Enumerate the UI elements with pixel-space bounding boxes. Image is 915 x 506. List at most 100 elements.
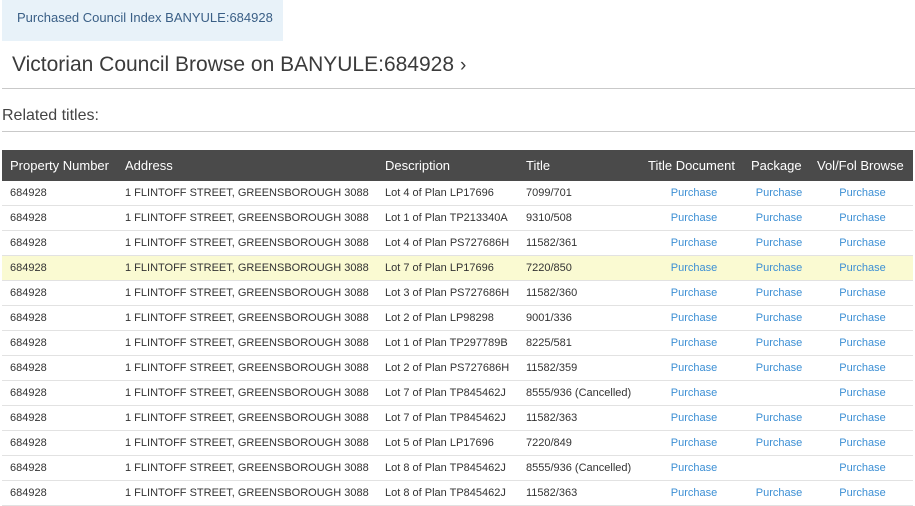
table-row: 684928 1 FLINTOFF STREET, GREENSBOROUGH 3… xyxy=(2,280,913,306)
property-number-cell: 684928 xyxy=(2,280,117,306)
property-number-cell: 684928 xyxy=(2,305,117,331)
address-cell: 1 FLINTOFF STREET, GREENSBOROUGH 3088 xyxy=(117,330,377,356)
package-purchase-link[interactable]: Purchase xyxy=(746,205,812,231)
volfol-browse-purchase-link[interactable]: Purchase xyxy=(812,205,913,231)
package-purchase-link[interactable]: Purchase xyxy=(746,280,812,306)
description-cell: Lot 5 of Plan LP17696 xyxy=(377,430,518,456)
table-row: 684928 1 FLINTOFF STREET, GREENSBOROUGH 3… xyxy=(2,455,913,481)
property-number-cell: 684928 xyxy=(2,330,117,356)
package-purchase-link[interactable]: Purchase xyxy=(746,330,812,356)
title-document-purchase-link[interactable]: Purchase xyxy=(642,355,746,381)
table-row: 684928 1 FLINTOFF STREET, GREENSBOROUGH 3… xyxy=(2,405,913,431)
address-cell: 1 FLINTOFF STREET, GREENSBOROUGH 3088 xyxy=(117,355,377,381)
breadcrumb-link[interactable]: Purchased Council Index BANYULE:684928 xyxy=(17,10,273,25)
title-document-purchase-link[interactable]: Purchase xyxy=(642,330,746,356)
column-header-title[interactable]: Title xyxy=(518,150,642,181)
package-purchase-link[interactable]: Purchase xyxy=(746,430,812,456)
package-purchase-link[interactable]: Purchase xyxy=(746,355,812,381)
page-title-text: Victorian Council Browse on BANYULE:6849… xyxy=(12,53,455,76)
title-document-purchase-link[interactable]: Purchase xyxy=(642,205,746,231)
table-row: 684928 1 FLINTOFF STREET, GREENSBOROUGH 3… xyxy=(2,230,913,256)
address-cell: 1 FLINTOFF STREET, GREENSBOROUGH 3088 xyxy=(117,305,377,331)
title-document-purchase-link[interactable]: Purchase xyxy=(642,255,746,281)
description-cell: Lot 1 of Plan TP297789B xyxy=(377,330,518,356)
title-document-purchase-link[interactable]: Purchase xyxy=(642,305,746,331)
column-header-title-document[interactable]: Title Document xyxy=(642,150,746,181)
table-row: 684928 1 FLINTOFF STREET, GREENSBOROUGH 3… xyxy=(2,305,913,331)
package-purchase-link[interactable]: Purchase xyxy=(746,181,812,206)
volfol-browse-purchase-link[interactable]: Purchase xyxy=(812,480,913,506)
page-title: Victorian Council Browse on BANYULE:6849… xyxy=(12,53,466,77)
property-number-cell: 684928 xyxy=(2,205,117,231)
related-titles-heading: Related titles: xyxy=(2,107,99,124)
package-purchase-link[interactable]: Purchase xyxy=(746,255,812,281)
title-document-purchase-link[interactable]: Purchase xyxy=(642,480,746,506)
volfol-browse-purchase-link[interactable]: Purchase xyxy=(812,355,913,381)
title-document-purchase-link[interactable]: Purchase xyxy=(642,430,746,456)
address-cell: 1 FLINTOFF STREET, GREENSBOROUGH 3088 xyxy=(117,405,377,431)
property-number-cell: 684928 xyxy=(2,480,117,506)
title-document-purchase-link[interactable]: Purchase xyxy=(642,280,746,306)
volfol-browse-purchase-link[interactable]: Purchase xyxy=(812,330,913,356)
address-cell: 1 FLINTOFF STREET, GREENSBOROUGH 3088 xyxy=(117,255,377,281)
title-document-purchase-link[interactable]: Purchase xyxy=(642,181,746,206)
divider xyxy=(2,131,915,132)
package-purchase-link[interactable]: Purchase xyxy=(746,230,812,256)
package-purchase-link[interactable]: Purchase xyxy=(746,480,812,506)
title-cell: 9001/336 xyxy=(518,305,642,331)
table-row: 684928 1 FLINTOFF STREET, GREENSBOROUGH 3… xyxy=(2,480,913,506)
address-cell: 1 FLINTOFF STREET, GREENSBOROUGH 3088 xyxy=(117,181,377,206)
volfol-browse-purchase-link[interactable]: Purchase xyxy=(812,230,913,256)
title-document-purchase-link[interactable]: Purchase xyxy=(642,230,746,256)
address-cell: 1 FLINTOFF STREET, GREENSBOROUGH 3088 xyxy=(117,480,377,506)
description-cell: Lot 1 of Plan TP213340A xyxy=(377,205,518,231)
table-row: 684928 1 FLINTOFF STREET, GREENSBOROUGH 3… xyxy=(2,330,913,356)
volfol-browse-purchase-link[interactable]: Purchase xyxy=(812,455,913,481)
volfol-browse-purchase-link[interactable]: Purchase xyxy=(812,430,913,456)
description-cell: Lot 7 of Plan TP845462J xyxy=(377,380,518,406)
table-row: 684928 1 FLINTOFF STREET, GREENSBOROUGH 3… xyxy=(2,205,913,231)
address-cell: 1 FLINTOFF STREET, GREENSBOROUGH 3088 xyxy=(117,280,377,306)
property-number-cell: 684928 xyxy=(2,355,117,381)
description-cell: Lot 7 of Plan LP17696 xyxy=(377,255,518,281)
property-number-cell: 684928 xyxy=(2,230,117,256)
address-cell: 1 FLINTOFF STREET, GREENSBOROUGH 3088 xyxy=(117,455,377,481)
title-document-purchase-link[interactable]: Purchase xyxy=(642,405,746,431)
table-row: 684928 1 FLINTOFF STREET, GREENSBOROUGH 3… xyxy=(2,380,913,406)
volfol-browse-purchase-link[interactable]: Purchase xyxy=(812,181,913,206)
title-document-purchase-link[interactable]: Purchase xyxy=(642,455,746,481)
property-number-cell: 684928 xyxy=(2,380,117,406)
title-cell: 11582/363 xyxy=(518,405,642,431)
volfol-browse-purchase-link[interactable]: Purchase xyxy=(812,380,913,406)
property-number-cell: 684928 xyxy=(2,430,117,456)
volfol-browse-purchase-link[interactable]: Purchase xyxy=(812,280,913,306)
package-purchase-link[interactable]: Purchase xyxy=(746,405,812,431)
address-cell: 1 FLINTOFF STREET, GREENSBOROUGH 3088 xyxy=(117,205,377,231)
package-purchase-link[interactable]: Purchase xyxy=(746,305,812,331)
title-cell: 11582/363 xyxy=(518,480,642,506)
description-cell: Lot 2 of Plan LP98298 xyxy=(377,305,518,331)
volfol-browse-purchase-link[interactable]: Purchase xyxy=(812,405,913,431)
volfol-browse-purchase-link[interactable]: Purchase xyxy=(812,305,913,331)
divider xyxy=(2,88,915,89)
title-cell: 7220/850 xyxy=(518,255,642,281)
table-row: 684928 1 FLINTOFF STREET, GREENSBOROUGH 3… xyxy=(2,430,913,456)
column-header-property-number[interactable]: Property Number xyxy=(2,150,117,181)
column-header-description[interactable]: Description xyxy=(377,150,518,181)
address-cell: 1 FLINTOFF STREET, GREENSBOROUGH 3088 xyxy=(117,380,377,406)
title-document-purchase-link[interactable]: Purchase xyxy=(642,380,746,406)
breadcrumb: Purchased Council Index BANYULE:684928 xyxy=(2,0,283,41)
chevron-right-icon[interactable]: › xyxy=(460,55,466,76)
volfol-browse-purchase-link[interactable]: Purchase xyxy=(812,255,913,281)
title-cell: 9310/508 xyxy=(518,205,642,231)
description-cell: Lot 7 of Plan TP845462J xyxy=(377,405,518,431)
column-header-address[interactable]: Address xyxy=(117,150,377,181)
column-header-volfol-browse[interactable]: Vol/Fol Browse xyxy=(812,150,913,181)
property-number-cell: 684928 xyxy=(2,255,117,281)
address-cell: 1 FLINTOFF STREET, GREENSBOROUGH 3088 xyxy=(117,230,377,256)
title-cell: 7099/701 xyxy=(518,181,642,206)
address-cell: 1 FLINTOFF STREET, GREENSBOROUGH 3088 xyxy=(117,430,377,456)
column-header-package[interactable]: Package xyxy=(746,150,812,181)
related-titles-table: Property Number Address Description Titl… xyxy=(2,150,913,506)
description-cell: Lot 8 of Plan TP845462J xyxy=(377,480,518,506)
